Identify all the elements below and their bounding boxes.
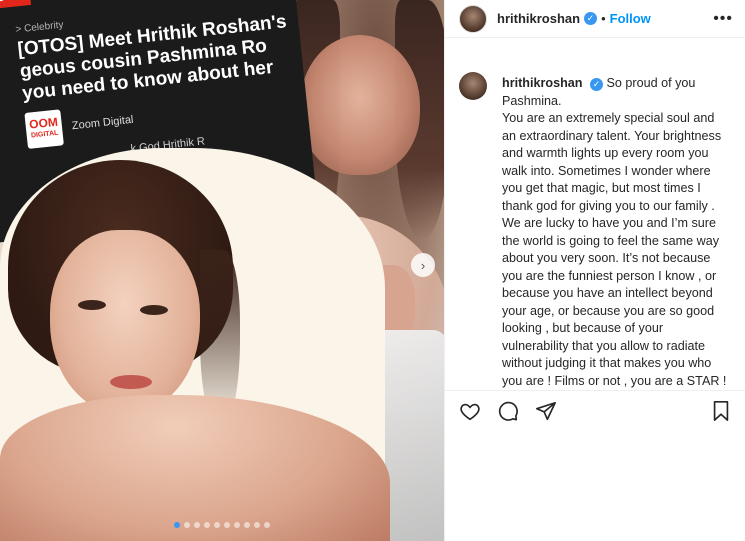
article-source: Zoom Digital [71, 113, 135, 133]
header-separator: • [601, 11, 606, 26]
carousel-dot [224, 522, 230, 528]
comments-scroll-area[interactable]: hrithikroshan ✓ So proud of you Pashmina… [445, 60, 745, 390]
carousel-dot [214, 522, 220, 528]
caption-username[interactable]: hrithikroshan [502, 76, 582, 90]
portrait-eye-right [140, 305, 168, 315]
post-header: hrithikroshan ✓ • Follow ••• [445, 0, 745, 38]
carousel-dot [204, 522, 210, 528]
caption-text-block: hrithikroshan ✓ So proud of you Pashmina… [502, 75, 727, 390]
carousel-dots [174, 522, 270, 528]
share-button[interactable] [533, 398, 559, 424]
action-bar [445, 390, 745, 430]
zoom-logo: OOM DIGITAL [24, 109, 64, 149]
zoom-logo-sub: DIGITAL [30, 129, 59, 140]
comment-icon [498, 401, 518, 421]
heart-icon [460, 403, 480, 420]
post-media[interactable]: SO > Celebrity [OTOS] Meet Hrithik Rosha… [0, 0, 444, 541]
carousel-dot [264, 522, 270, 528]
caption-text: So proud of you Pashmina. You are an ext… [502, 76, 727, 388]
chevron-right-icon: › [420, 257, 426, 273]
more-options-icon[interactable]: ••• [713, 10, 733, 28]
caption-row: hrithikroshan ✓ So proud of you Pashmina… [459, 60, 732, 390]
follow-button[interactable]: Follow [610, 11, 651, 26]
carousel-dot [254, 522, 260, 528]
share-icon [536, 401, 556, 420]
article-brand-tab: SO [0, 0, 32, 9]
carousel-dot [174, 522, 180, 528]
verified-badge-icon: ✓ [584, 12, 598, 25]
avatar[interactable] [459, 4, 487, 33]
carousel-next-button[interactable]: › [411, 253, 435, 277]
carousel-dot [244, 522, 250, 528]
bookmark-icon [713, 400, 729, 421]
like-button[interactable] [457, 398, 483, 424]
caption-avatar[interactable] [459, 72, 487, 100]
caption-verified-icon: ✓ [589, 78, 603, 91]
portrait-eye-left [78, 300, 106, 310]
carousel-dot [194, 522, 200, 528]
header-username[interactable]: hrithikroshan [497, 11, 580, 26]
save-button[interactable] [708, 398, 734, 424]
carousel-dot [234, 522, 240, 528]
carousel-dot [184, 522, 190, 528]
portrait-lips [110, 375, 152, 389]
post-panel: hrithikroshan ✓ • Follow ••• hrithikrosh… [444, 0, 745, 541]
comment-button[interactable] [495, 398, 521, 424]
